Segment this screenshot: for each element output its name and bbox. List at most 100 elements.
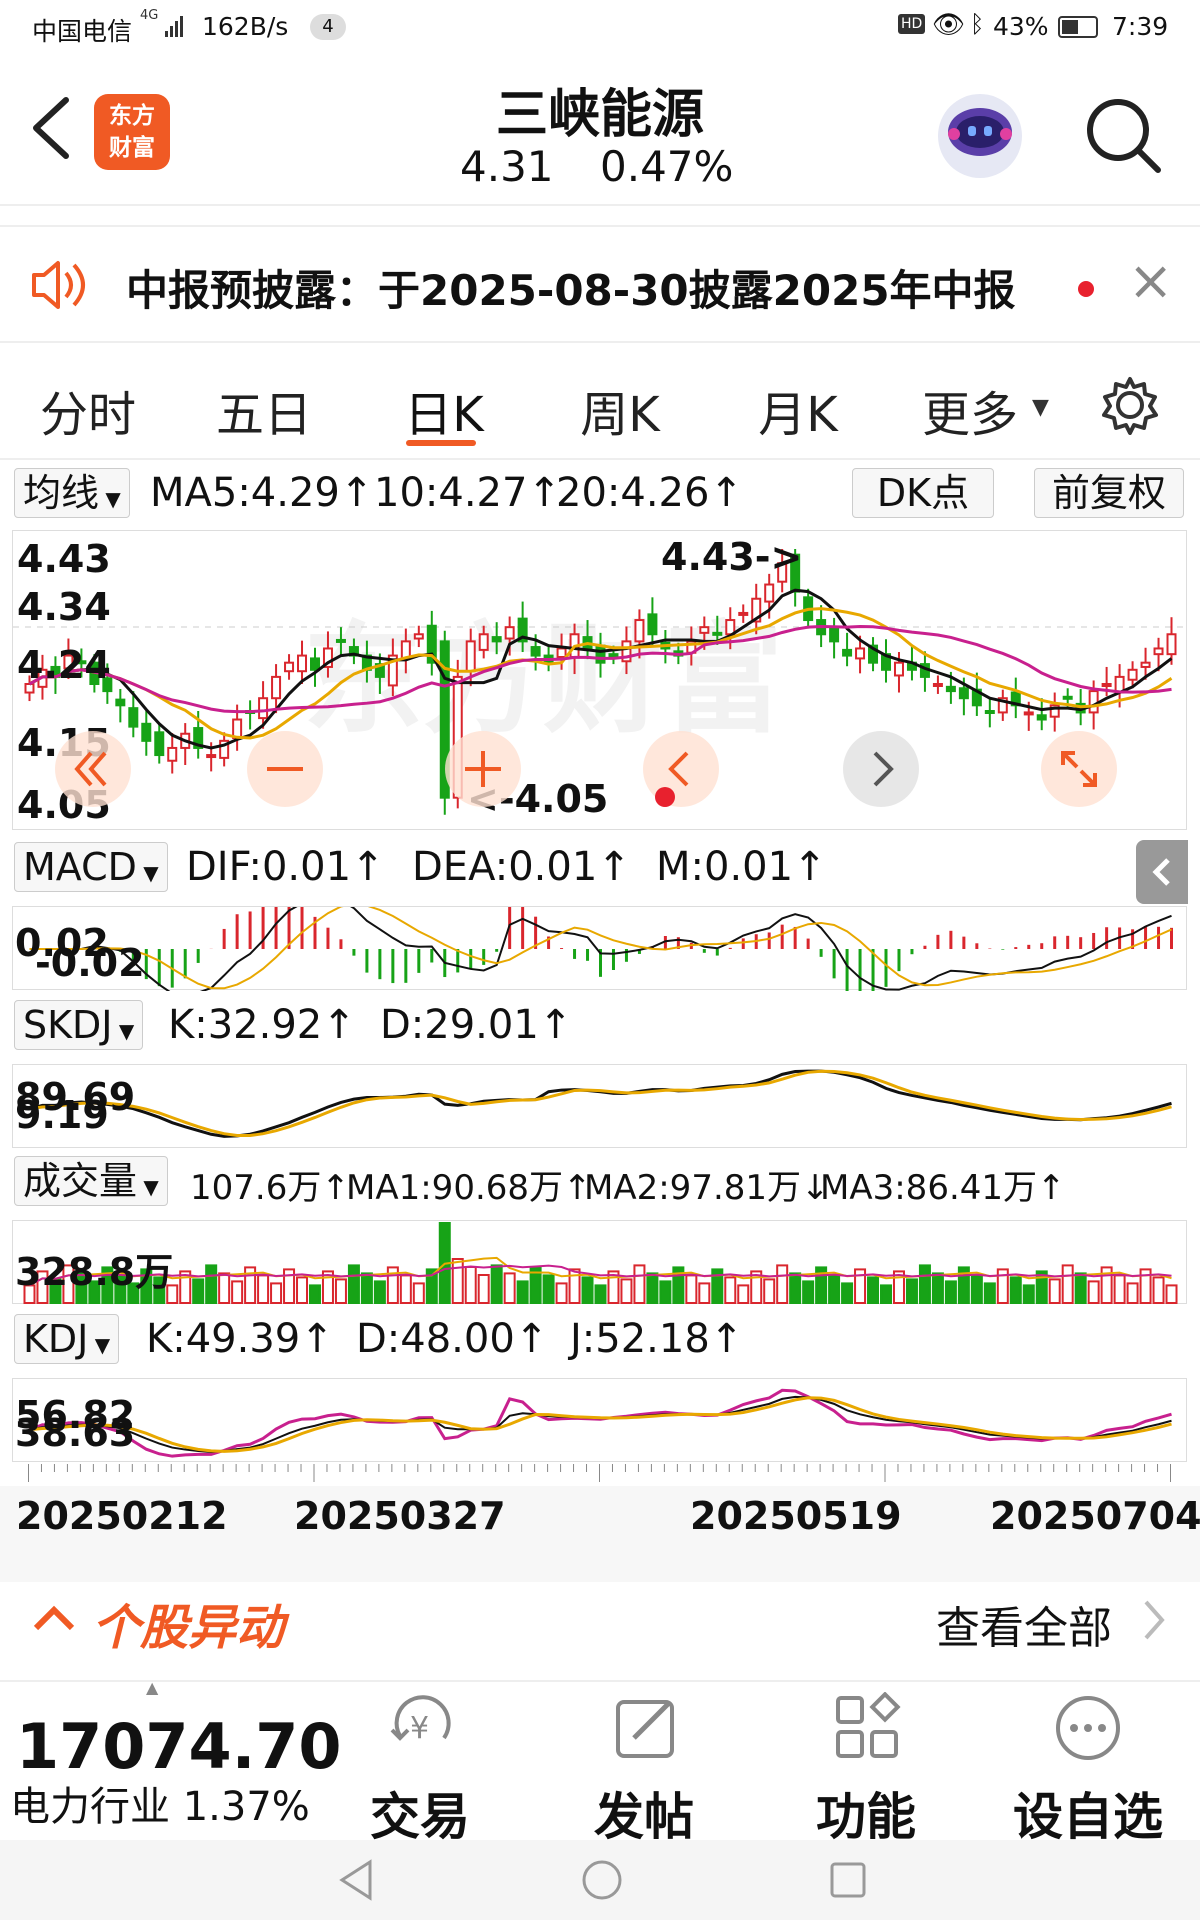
zoom-in-button[interactable] xyxy=(445,731,521,807)
tab-intraday[interactable]: 分时 xyxy=(8,375,168,445)
zoom-left-fast-button[interactable] xyxy=(55,731,131,807)
ma-dropdown[interactable]: 均线 ▼ xyxy=(14,468,130,518)
dk-point-button[interactable]: DK点 xyxy=(852,468,994,518)
grid-icon xyxy=(832,1691,904,1768)
volume-bar xyxy=(1165,1284,1178,1305)
nav-back-icon[interactable] xyxy=(336,1858,376,1906)
kline-panel[interactable]: 东方财富 4.43 4.34 4.24 4.15 4.05 4.43-> <-4… xyxy=(12,530,1188,830)
skdj-panel[interactable]: 89.69 9.19 xyxy=(12,1064,1187,1148)
stock-movement-row[interactable]: 个股异动 查看全部 xyxy=(0,1568,1200,1674)
hd-icon: HD xyxy=(898,14,926,34)
svg-text:¥: ¥ xyxy=(410,1711,429,1746)
bottom-bar: ▲ 17074.70 电力行业 1.37% ¥ 交易 发帖 功能 设自选 xyxy=(0,1678,1200,1846)
volume-bar xyxy=(192,1278,205,1305)
candle-body xyxy=(842,648,853,657)
robot-assistant-icon[interactable] xyxy=(932,86,1028,182)
ma5-value: MA5:4.29↑ xyxy=(150,470,374,516)
tab-daily-k[interactable]: 日K xyxy=(364,375,524,445)
candle-body xyxy=(504,626,515,640)
candle-body xyxy=(167,746,178,762)
candle-body xyxy=(1036,714,1047,721)
volume-bar xyxy=(218,1272,231,1305)
stock-price: 4.31 xyxy=(460,142,554,191)
volume-bar xyxy=(296,1276,309,1305)
volume-bar xyxy=(1022,1284,1035,1305)
kdj-panel[interactable]: 56.82 38.63 xyxy=(12,1378,1187,1462)
status-bar: 中国电信 4G 162B/s 4 HD 👁 ᛒ 43% 7:39 xyxy=(0,0,1200,56)
volume-bar xyxy=(555,1282,568,1305)
macd-svg xyxy=(29,907,1174,991)
scroll-right-button[interactable] xyxy=(843,731,919,807)
event-dot[interactable] xyxy=(655,787,675,807)
candle-body xyxy=(855,647,866,660)
candle-body xyxy=(128,707,139,728)
kdj-j-line xyxy=(28,1388,1172,1458)
battery-icon xyxy=(1058,16,1098,38)
index-value[interactable]: 17074.70 xyxy=(16,1710,342,1783)
skdj-dropdown-label: SKDJ xyxy=(23,1003,113,1047)
tab-monthly-k[interactable]: 月K xyxy=(718,375,878,445)
battery-percent: 43% xyxy=(993,12,1049,41)
volume-bar xyxy=(1048,1278,1061,1305)
back-arrow-icon[interactable] xyxy=(28,96,72,164)
function-label: 功能 xyxy=(816,1788,916,1846)
kdj-indicator-row: KDJ ▼ K:49.39↑ D:48.00↑ J:52.18↑ xyxy=(0,1308,1200,1370)
notice-bar[interactable]: 中报预披露：于2025-08-30披露2025年中报 × xyxy=(0,225,1200,343)
app-logo[interactable]: 东方财富 xyxy=(94,94,170,170)
adjust-button[interactable]: 前复权 xyxy=(1034,468,1184,518)
skdj-dropdown[interactable]: SKDJ ▼ xyxy=(14,1000,144,1050)
volume-bar xyxy=(867,1276,880,1305)
volume-bar xyxy=(347,1264,360,1304)
candle-body xyxy=(1062,695,1073,700)
notice-text[interactable]: 中报预披露：于2025-08-30披露2025年中报 xyxy=(126,257,1016,318)
volume-bar xyxy=(205,1264,218,1304)
chart-area[interactable]: 均线 ▼ MA5:4.29↑ 10:4.27↑ 20:4.26↑ DK点 前复权… xyxy=(0,462,1200,1582)
kdj-d-line xyxy=(29,1396,1172,1453)
date-label-4: 20250704 xyxy=(990,1494,1200,1538)
notification-badge: 4 xyxy=(310,14,346,40)
period-tabs: 分时 五日 日K 周K 月K 更多 ▼ xyxy=(0,345,1200,460)
kdj-y-bottom: 38.63 xyxy=(15,1411,136,1455)
volume-dropdown[interactable]: 成交量 ▼ xyxy=(14,1156,168,1206)
volume-bar xyxy=(1152,1276,1165,1305)
movement-title: 个股异动 xyxy=(92,1600,285,1656)
macd-panel[interactable]: 0.02 -0.02 xyxy=(12,906,1187,991)
candle-body xyxy=(491,636,502,643)
kdj-k-line xyxy=(29,1395,1172,1454)
volume-bar xyxy=(659,1280,672,1305)
tab-five-day[interactable]: 五日 xyxy=(184,375,344,445)
gear-icon[interactable] xyxy=(1100,375,1160,439)
index-name[interactable]: 电力行业 1.37% xyxy=(10,1774,310,1832)
candle-body xyxy=(608,653,619,658)
volume-bar xyxy=(1126,1282,1139,1305)
candle-body xyxy=(1166,633,1177,656)
close-icon[interactable]: × xyxy=(1128,249,1173,312)
tab-more[interactable]: 更多 xyxy=(900,375,1040,445)
candle-body xyxy=(1140,661,1151,668)
tab-weekly-k[interactable]: 周K xyxy=(540,375,700,445)
candle-body xyxy=(206,754,217,759)
candle-body xyxy=(1101,683,1112,687)
collapse-panel-button[interactable] xyxy=(1136,840,1188,904)
view-all-link[interactable]: 查看全部 xyxy=(936,1592,1112,1656)
expand-up-icon[interactable]: ▲ xyxy=(146,1678,158,1697)
candle-body xyxy=(712,631,723,636)
chevron-up-icon xyxy=(32,1602,76,1636)
stock-header: 东方财富 三峡能源 4.31 0.47% xyxy=(0,56,1200,206)
kdj-dropdown[interactable]: KDJ ▼ xyxy=(14,1314,120,1364)
search-icon[interactable] xyxy=(1084,96,1164,180)
skdj-indicator-row: SKDJ ▼ K:32.92↑ D:29.01↑ xyxy=(0,994,1200,1056)
volume-panel[interactable]: 328.8万 xyxy=(12,1220,1187,1305)
nav-recent-icon[interactable] xyxy=(828,1860,868,1904)
volume-bar xyxy=(620,1278,633,1305)
nav-home-icon[interactable] xyxy=(580,1858,624,1906)
zoom-out-button[interactable] xyxy=(247,731,323,807)
volume-bar xyxy=(880,1284,893,1305)
kdj-j: J:52.18↑ xyxy=(570,1316,744,1362)
candle-body xyxy=(465,640,476,673)
volume-dropdown-label: 成交量 xyxy=(23,1159,138,1203)
fullscreen-button[interactable] xyxy=(1041,731,1117,807)
volume-bar xyxy=(633,1264,646,1304)
macd-dropdown[interactable]: MACD ▼ xyxy=(14,842,168,892)
network-type: 4G xyxy=(140,8,159,23)
